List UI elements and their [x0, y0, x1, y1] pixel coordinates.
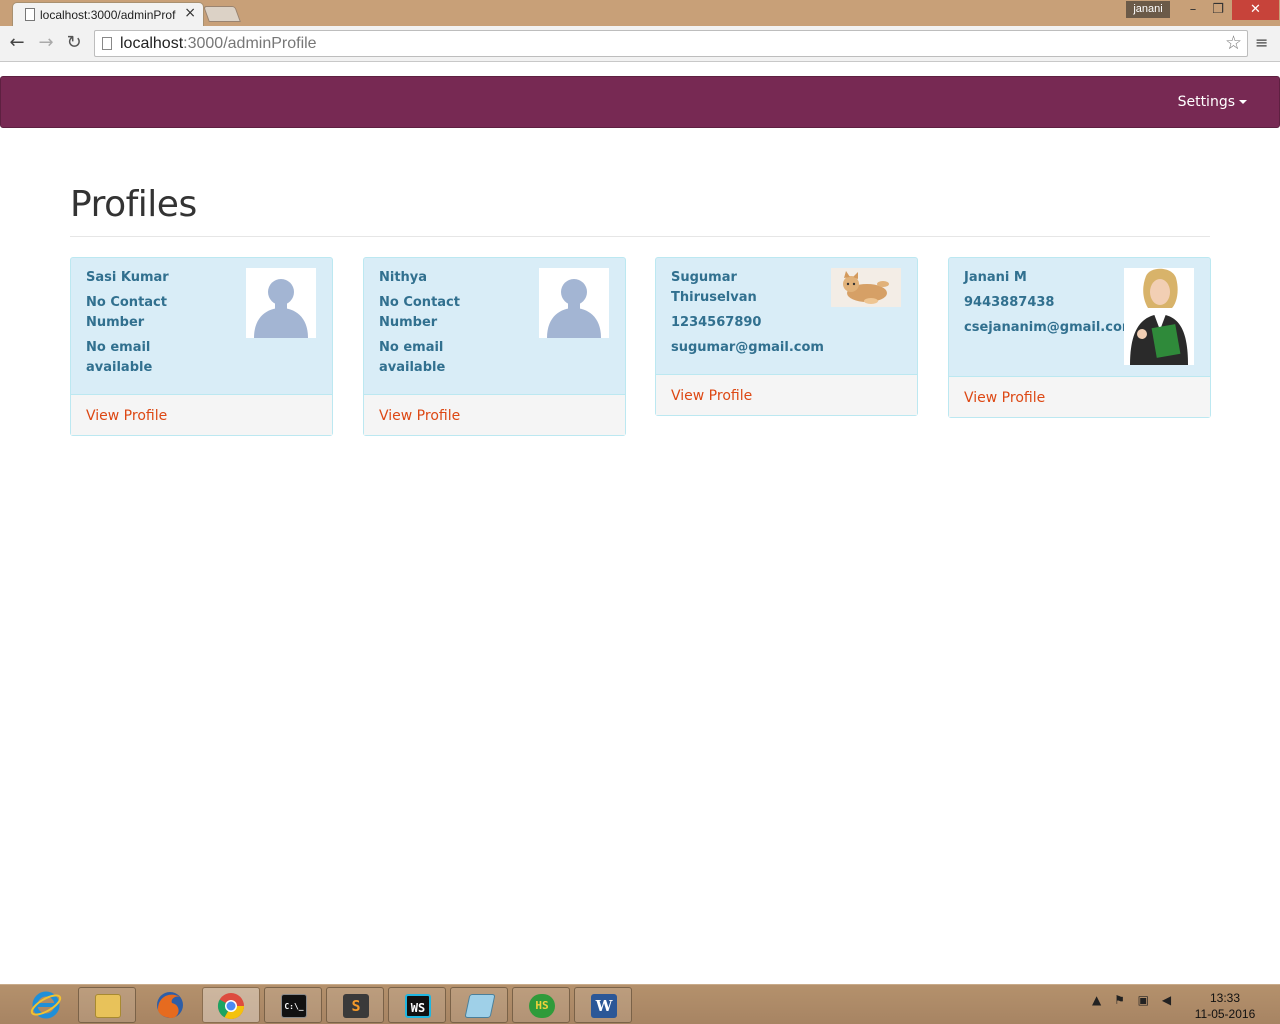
volume-muted-icon[interactable]: ◀	[1162, 993, 1171, 1007]
chrome-taskbar-button[interactable]	[202, 987, 260, 1023]
internet-explorer-icon	[30, 991, 62, 1019]
url-host: localhost	[120, 35, 184, 52]
profile-contact: 9443887438	[964, 295, 1055, 310]
profile-card-body: Sugumar Thiruselvan 1234567890 sugumar@g…	[656, 258, 917, 374]
profile-card-body: Janani M 9443887438 csejananim@gmail.com	[949, 258, 1210, 376]
view-profile-link[interactable]: View Profile	[86, 408, 167, 424]
action-center-flag-icon[interactable]: ⚑	[1114, 993, 1125, 1007]
profile-contact: 1234567890	[671, 315, 762, 330]
sublime-text-icon: S	[343, 994, 369, 1018]
word-icon: W	[591, 994, 617, 1018]
notepad-taskbar-button[interactable]	[450, 987, 508, 1023]
profile-card: Sugumar Thiruselvan 1234567890 sugumar@g…	[655, 257, 918, 416]
address-bar[interactable]: localhost:3000/adminProfile ☆	[94, 30, 1248, 57]
minimize-button[interactable]: –	[1180, 0, 1206, 20]
profile-name: Janani M	[964, 270, 1027, 285]
profile-info: Janani M 9443887438 csejananim@gmail.com	[964, 268, 1135, 338]
browser-titlebar: localhost:3000/adminProf × janani – ❐ ✕	[0, 0, 1280, 26]
network-icon[interactable]: ▣	[1138, 993, 1149, 1007]
profile-card-footer: View Profile	[71, 394, 332, 435]
profile-card-body: Nithya No Contact Number No email availa…	[364, 258, 625, 394]
clock-time: 13:33	[1209, 991, 1241, 1005]
page-icon	[25, 8, 35, 21]
view-profile-link[interactable]: View Profile	[964, 390, 1045, 406]
command-prompt-taskbar-button[interactable]: C:\_	[264, 987, 322, 1023]
file-explorer-taskbar-button[interactable]	[78, 987, 136, 1023]
folder-icon	[95, 994, 121, 1018]
profile-name: Nithya	[379, 270, 428, 285]
reload-button[interactable]: ↻	[62, 31, 86, 55]
view-profile-link[interactable]: View Profile	[379, 408, 460, 424]
avatar	[539, 268, 609, 338]
new-tab-button[interactable]	[203, 6, 241, 22]
settings-dropdown[interactable]: Settings	[1178, 94, 1247, 110]
profile-email: No email available	[379, 340, 446, 375]
profile-name: Sugumar Thiruselvan	[671, 270, 757, 305]
profile-contact: No Contact Number	[379, 295, 460, 330]
heidisql-taskbar-button[interactable]: HS	[512, 987, 570, 1023]
back-button[interactable]: ←	[5, 31, 29, 55]
avatar	[246, 268, 316, 338]
caret-down-icon	[1239, 100, 1247, 104]
word-taskbar-button[interactable]: W	[574, 987, 632, 1023]
avatar	[831, 268, 901, 307]
profile-info: Nithya No Contact Number No email availa…	[379, 268, 529, 378]
view-profile-link[interactable]: View Profile	[671, 388, 752, 404]
profile-card: Janani M 9443887438 csejananim@gmail.com…	[948, 257, 1211, 418]
profile-card-body: Sasi Kumar No Contact Number No email av…	[71, 258, 332, 394]
chrome-icon	[217, 993, 245, 1020]
bookmark-star-icon[interactable]: ☆	[1225, 32, 1242, 54]
settings-label: Settings	[1177, 94, 1235, 110]
page-header: Profiles	[70, 184, 1210, 237]
url-path: :3000/adminProfile	[183, 35, 317, 52]
page-icon	[102, 37, 112, 50]
sublime-text-taskbar-button[interactable]: S	[326, 987, 384, 1023]
page-title: Profiles	[70, 184, 197, 225]
avatar	[1124, 268, 1194, 365]
webstorm-icon: WS	[405, 994, 431, 1018]
tab-title: localhost:3000/adminProf	[40, 8, 176, 22]
tab-close-icon[interactable]: ×	[184, 5, 196, 21]
chrome-menu-icon[interactable]: ≡	[1255, 34, 1269, 52]
profile-card-footer: View Profile	[364, 394, 625, 435]
forward-button[interactable]: →	[34, 31, 58, 55]
browser-toolbar: ← → ↻ localhost:3000/adminProfile ☆ ≡	[0, 26, 1280, 62]
command-prompt-icon: C:\_	[281, 994, 307, 1018]
show-hidden-icons-icon[interactable]: ▲	[1092, 993, 1101, 1007]
profile-contact: No Contact Number	[86, 295, 167, 330]
profile-card-footer: View Profile	[656, 374, 917, 415]
windows-taskbar: C:\_ S WS HS W ▲ ⚑ ▣ ◀ 13:33 11-05-2016	[0, 984, 1280, 1024]
profile-email: No email available	[86, 340, 153, 375]
clock-date: 11-05-2016	[1194, 1007, 1256, 1021]
firefox-taskbar-button[interactable]	[140, 987, 198, 1023]
url-text[interactable]: localhost:3000/adminProfile	[120, 35, 317, 53]
firefox-icon	[157, 992, 183, 1019]
restore-button[interactable]: ❐	[1205, 0, 1231, 20]
profile-card: Sasi Kumar No Contact Number No email av…	[70, 257, 333, 436]
profile-card-footer: View Profile	[949, 376, 1210, 417]
app-navbar: Settings	[0, 76, 1280, 128]
notepad-icon	[464, 994, 496, 1018]
system-clock[interactable]: 13:33 11-05-2016	[1190, 990, 1260, 1022]
profile-name: Sasi Kumar	[86, 270, 169, 285]
profile-email: csejananim@gmail.com	[964, 320, 1136, 335]
browser-tab[interactable]: localhost:3000/adminProf ×	[12, 2, 204, 26]
heidisql-icon: HS	[529, 994, 555, 1018]
webstorm-taskbar-button[interactable]: WS	[388, 987, 446, 1023]
profile-user-badge[interactable]: janani	[1126, 1, 1170, 18]
profile-card: Nithya No Contact Number No email availa…	[363, 257, 626, 436]
system-tray: ▲ ⚑ ▣ ◀	[1092, 993, 1180, 1007]
close-window-button[interactable]: ✕	[1232, 0, 1279, 20]
profile-info: Sugumar Thiruselvan 1234567890 sugumar@g…	[671, 268, 824, 358]
profile-email: sugumar@gmail.com	[671, 340, 824, 355]
profile-info: Sasi Kumar No Contact Number No email av…	[86, 268, 236, 378]
internet-explorer-taskbar-button[interactable]	[16, 987, 74, 1023]
